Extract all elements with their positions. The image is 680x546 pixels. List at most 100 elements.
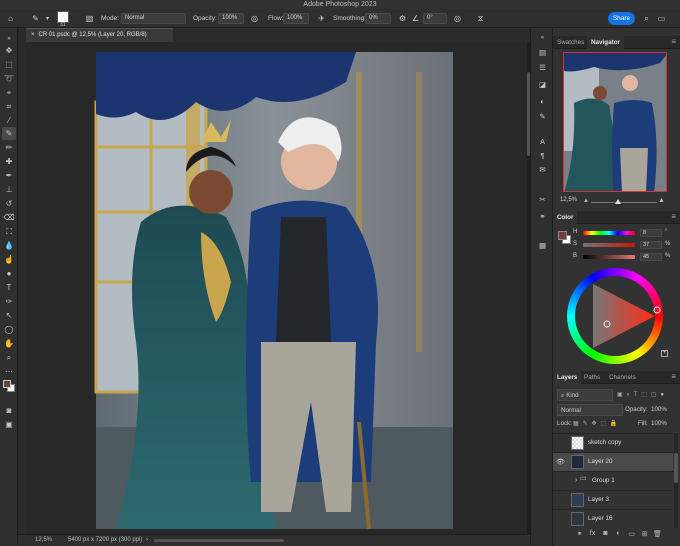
- info-icon[interactable]: ✉: [536, 163, 549, 175]
- adjustments-icon[interactable]: ☰: [536, 61, 549, 73]
- layer-filter-icons[interactable]: ▣ ◐ T ⬚ ▢ ●: [617, 389, 677, 401]
- layer-row[interactable]: Layer 16: [553, 509, 673, 528]
- brush-settings-icon[interactable]: ▧: [84, 13, 95, 24]
- visibility-toggle[interactable]: [556, 439, 565, 447]
- type-tool-icon[interactable]: T: [2, 281, 16, 294]
- symmetry-icon[interactable]: ⧖: [475, 13, 486, 24]
- tab-navigator[interactable]: Navigator: [587, 36, 625, 49]
- hand-tool-icon[interactable]: ✋: [2, 337, 16, 350]
- folder-icon[interactable]: ▭: [627, 530, 636, 543]
- path-select-icon[interactable]: ↖: [2, 309, 16, 322]
- pencil-tool-icon[interactable]: ✏: [2, 141, 16, 154]
- pressure-opacity-icon[interactable]: ◎: [249, 13, 260, 24]
- hue-marker[interactable]: [653, 306, 661, 314]
- mode-select[interactable]: Normal: [121, 13, 186, 24]
- ellipse-tool-icon[interactable]: ◯: [2, 323, 16, 336]
- foreground-color-swatch[interactable]: [3, 380, 11, 388]
- document-tab[interactable]: × CR 01.psdc @ 12,5% (Layer 20, RGB/8): [26, 28, 173, 42]
- visibility-toggle[interactable]: [556, 515, 565, 523]
- object-select-tool-icon[interactable]: ⌖: [2, 86, 16, 99]
- tab-layers[interactable]: Layers: [553, 371, 582, 384]
- new-layer-icon[interactable]: ⊞: [640, 530, 649, 543]
- horizontal-scrollbar[interactable]: [154, 539, 284, 542]
- share-button[interactable]: Share: [608, 12, 635, 25]
- saturation-input[interactable]: 37: [640, 241, 662, 249]
- opacity-input[interactable]: 100%: [218, 13, 244, 24]
- screen-mode-icon[interactable]: ▣: [2, 418, 16, 431]
- fx-icon[interactable]: fx: [588, 530, 597, 543]
- layer-row[interactable]: 👁 Layer 20: [553, 452, 673, 471]
- panel-menu-icon[interactable]: ≡: [671, 212, 676, 221]
- navigator-zoom-knob[interactable]: [615, 199, 621, 204]
- brush-tool-icon[interactable]: ✎: [2, 127, 16, 140]
- eraser-tool-icon[interactable]: ⌫: [2, 211, 16, 224]
- hue-input[interactable]: 8: [640, 229, 662, 237]
- zoom-tool-icon[interactable]: ⌕: [2, 351, 16, 364]
- crop-tool-icon[interactable]: ⌗: [2, 100, 16, 113]
- color-wheel[interactable]: [567, 268, 663, 364]
- panel-menu-icon[interactable]: ≡: [671, 37, 676, 46]
- layer-row[interactable]: Layer 3: [553, 490, 673, 509]
- brushes-panel-icon[interactable]: ✎: [536, 110, 549, 122]
- color-triangle[interactable]: [593, 284, 655, 348]
- pen-tool-icon[interactable]: ✑: [2, 295, 16, 308]
- layer-opacity-input[interactable]: 100%: [651, 404, 673, 416]
- tab-color[interactable]: Color: [553, 211, 578, 224]
- visibility-toggle[interactable]: [556, 496, 565, 504]
- saturation-slider[interactable]: [583, 243, 635, 247]
- adjustment-icon[interactable]: ◐: [614, 530, 623, 543]
- chevron-right-icon[interactable]: ›: [575, 477, 577, 484]
- artwork-canvas[interactable]: [26, 42, 530, 534]
- status-zoom[interactable]: 12,5%: [35, 535, 52, 546]
- chevron-down-icon[interactable]: ▾: [42, 13, 53, 24]
- chevron-right-icon[interactable]: ›: [146, 535, 148, 546]
- history-icon[interactable]: ▤: [536, 46, 549, 58]
- navigator-zoom-slider[interactable]: [591, 202, 657, 203]
- dodge-tool-icon[interactable]: ●: [2, 267, 16, 280]
- collapse-panels-icon[interactable]: «: [536, 32, 549, 44]
- airbrush-icon[interactable]: ✈: [316, 13, 327, 24]
- panel-menu-icon[interactable]: ≡: [671, 372, 676, 381]
- brightness-input[interactable]: 45: [640, 253, 662, 261]
- navigator-zoom[interactable]: 12,5%: [560, 197, 577, 203]
- more-tools-icon[interactable]: ⋯: [2, 365, 16, 378]
- character-icon[interactable]: A: [536, 135, 549, 147]
- layer-row[interactable]: sketch copy: [553, 433, 673, 452]
- layers-scrollbar[interactable]: [674, 433, 678, 528]
- move-tool-icon[interactable]: ✥: [2, 44, 16, 57]
- marquee-tool-icon[interactable]: ⬚: [2, 58, 16, 71]
- blend-mode-select[interactable]: Normal: [557, 404, 623, 416]
- fill-input[interactable]: 100%: [651, 418, 673, 430]
- hue-slider[interactable]: [583, 231, 635, 235]
- paint-bucket-icon[interactable]: ⛶: [2, 225, 16, 238]
- search-icon[interactable]: ⌕: [641, 13, 652, 24]
- properties-icon[interactable]: ◪: [536, 78, 549, 90]
- paragraph-icon[interactable]: ¶: [536, 149, 549, 161]
- lock-icons[interactable]: ▦ ✎ ✥ ⬚ 🔒: [573, 418, 633, 430]
- mixer-brush-icon[interactable]: ✒: [2, 169, 16, 182]
- healing-tool-icon[interactable]: ✚: [2, 155, 16, 168]
- angle-input[interactable]: 0°: [423, 13, 447, 24]
- layer-filter-select[interactable]: ⌕ Kind: [557, 389, 613, 401]
- canvas-area[interactable]: [26, 42, 530, 534]
- tab-paths[interactable]: Paths: [580, 371, 604, 384]
- add-swatch-icon[interactable]: +: [661, 350, 668, 357]
- color-foreground-swatch[interactable]: [558, 231, 567, 240]
- tool-presets-icon[interactable]: ✂: [536, 193, 549, 205]
- flow-input[interactable]: 100%: [283, 13, 309, 24]
- home-icon[interactable]: ⌂: [5, 13, 16, 24]
- swatches-panel-icon[interactable]: ▦: [536, 239, 549, 251]
- glyphs-icon[interactable]: ⚭: [536, 210, 549, 222]
- smoothing-input[interactable]: 0%: [365, 13, 391, 24]
- eye-icon[interactable]: 👁: [556, 458, 565, 466]
- eyedropper-tool-icon[interactable]: ⁄: [2, 114, 16, 127]
- smudge-tool-icon[interactable]: ☝: [2, 253, 16, 266]
- visibility-toggle[interactable]: [556, 477, 565, 485]
- navigator-preview[interactable]: [563, 52, 667, 192]
- close-icon[interactable]: ×: [31, 32, 35, 38]
- pressure-size-icon[interactable]: ◎: [452, 13, 463, 24]
- brush-settings-panel-icon[interactable]: ◐: [536, 95, 549, 107]
- tab-channels[interactable]: Channels: [605, 371, 640, 384]
- layer-row[interactable]: › ▭ Group 1: [553, 471, 673, 490]
- mask-icon[interactable]: ◙: [601, 530, 610, 543]
